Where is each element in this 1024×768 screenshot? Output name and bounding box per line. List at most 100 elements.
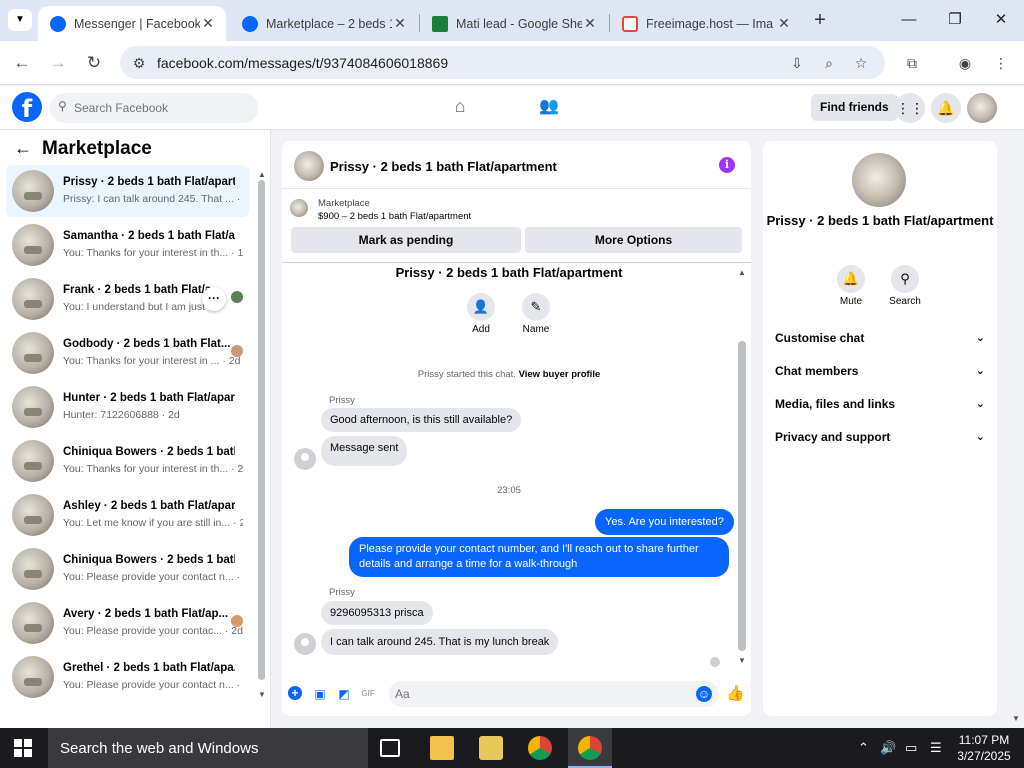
conversation-item[interactable]: Prissy · 2 beds 1 bath Flat/apart... Pri…	[6, 165, 249, 217]
chat-members-section[interactable]: Chat members ⌄	[775, 364, 985, 386]
chrome-menu-icon[interactable]: ⋮	[992, 54, 1010, 72]
tab-search-button[interactable]: ▼	[8, 9, 32, 31]
facebook-search-input[interactable]	[74, 98, 244, 118]
conversation-item[interactable]: Godbody · 2 beds 1 bath Flat... You: Tha…	[6, 327, 249, 379]
edit-name-icon[interactable]: ✎	[522, 293, 550, 321]
info-icon[interactable]: i	[719, 157, 735, 173]
new-tab-icon[interactable]: +	[808, 8, 832, 32]
chat-started-notice: Prissy started this chat. View buyer pro…	[417, 369, 601, 380]
facebook-search[interactable]: ⚲	[50, 93, 258, 123]
privacy-support-section[interactable]: Privacy and support ⌄	[775, 430, 985, 452]
chat-scrollbar[interactable]	[738, 341, 746, 651]
add-person-icon[interactable]: 👤	[467, 293, 495, 321]
extensions-icon[interactable]: ⧉	[903, 54, 921, 72]
scroll-down-icon[interactable]: ▼	[258, 690, 266, 699]
taskbar-clock[interactable]: 11:07 PM 3/27/2025	[956, 732, 1012, 764]
outgoing-message[interactable]: Yes. Are you interested?	[595, 509, 734, 535]
install-app-icon[interactable]: ⇩	[788, 54, 806, 72]
tray-chevron-up-icon[interactable]: ⌃	[858, 740, 869, 756]
more-options-button[interactable]: More Options	[525, 227, 742, 253]
mute-icon[interactable]: 🔔	[837, 265, 865, 293]
volume-icon[interactable]: 🔊	[880, 740, 896, 756]
conversation-item[interactable]: Avery · 2 beds 1 bath Flat/ap... You: Pl…	[6, 597, 249, 649]
minimize-icon[interactable]: —	[894, 8, 924, 32]
close-tab-icon[interactable]: ✕	[582, 15, 598, 32]
file-explorer-icon[interactable]	[430, 736, 454, 760]
taskbar-search[interactable]: Search the web and Windows	[48, 728, 368, 768]
outgoing-message[interactable]: Please provide your contact number, and …	[349, 537, 729, 577]
profile-icon[interactable]: ◉	[956, 54, 974, 72]
sticker-icon[interactable]: ◩	[336, 686, 352, 702]
page-scroll-down-icon[interactable]: ▼	[1012, 714, 1020, 723]
menu-grid-icon[interactable]: ⋮⋮	[895, 93, 925, 123]
view-buyer-profile-link[interactable]: View buyer profile	[519, 369, 601, 380]
network-icon[interactable]: ▭	[905, 740, 917, 756]
account-avatar[interactable]	[967, 93, 997, 123]
folder-icon[interactable]	[479, 736, 503, 760]
tab-marketplace[interactable]: Marketplace – 2 beds 1 ✕	[230, 6, 418, 41]
scroll-up-icon[interactable]: ▲	[738, 268, 746, 277]
find-friends-button[interactable]: Find friends	[811, 94, 898, 121]
scroll-down-icon[interactable]: ▼	[738, 656, 746, 665]
conversation-item[interactable]: Grethel · 2 beds 1 bath Flat/apa... You:…	[6, 651, 249, 703]
forward-icon[interactable]: →	[45, 51, 71, 75]
chat-header-title[interactable]: Prissy · 2 beds 1 bath Flat/apartment	[330, 159, 557, 174]
chevron-down-icon: ⌄	[975, 398, 985, 410]
like-icon[interactable]: 👍	[726, 686, 745, 702]
active-chrome-task[interactable]	[568, 728, 612, 768]
incoming-message[interactable]: 9296095313 prisca	[321, 601, 433, 625]
plus-icon[interactable]: +	[288, 686, 302, 700]
incoming-message[interactable]: Good afternoon, is this still available?	[321, 408, 522, 432]
more-options-icon[interactable]: ···	[202, 287, 226, 311]
freeimage-favicon-icon	[622, 15, 638, 32]
home-icon[interactable]: ⌂	[449, 96, 471, 118]
bookmark-star-icon[interactable]: ☆	[852, 54, 870, 72]
incoming-message[interactable]: Message sent	[321, 436, 408, 466]
message-input[interactable]	[389, 681, 719, 707]
back-arrow-icon[interactable]: ←	[14, 138, 32, 159]
restore-icon[interactable]: ❐	[940, 8, 970, 32]
facebook-logo-icon[interactable]: f	[12, 92, 42, 123]
media-files-links-section[interactable]: Media, files and links ⌄	[775, 397, 985, 419]
address-bar[interactable]: ⚙ facebook.com/messages/t/93740846060188…	[120, 46, 885, 79]
panel-title: Marketplace	[42, 138, 152, 159]
marketplace-label: Marketplace	[318, 198, 370, 209]
tab-messenger[interactable]: Messenger | Facebook ✕	[38, 6, 226, 41]
back-icon[interactable]: ←	[9, 51, 35, 75]
windows-start-icon[interactable]	[14, 739, 32, 757]
chrome-icon[interactable]	[528, 736, 552, 760]
conversation-item[interactable]: Ashley · 2 beds 1 bath Flat/apar... You:…	[6, 489, 249, 541]
close-tab-icon[interactable]: ✕	[776, 15, 792, 32]
tab-freeimage[interactable]: Freeimage.host — Ima ✕	[610, 6, 802, 41]
emoji-icon[interactable]: ☺	[696, 686, 712, 702]
close-tab-icon[interactable]: ✕	[200, 15, 216, 32]
action-center-icon[interactable]: ☰	[930, 740, 942, 756]
close-tab-icon[interactable]: ✕	[392, 15, 408, 32]
conversation-item[interactable]: Chiniqua Bowers · 2 beds 1 bath... You: …	[6, 543, 249, 595]
mark-as-pending-button[interactable]: Mark as pending	[291, 227, 521, 253]
conversation-item[interactable]: Samantha · 2 beds 1 bath Flat/a... You: …	[6, 219, 249, 271]
windows-taskbar: Search the web and Windows ⌃ 🔊 ▭ ☰ 11:07…	[0, 728, 1024, 768]
customise-chat-section[interactable]: Customise chat ⌄	[775, 331, 985, 353]
close-window-icon[interactable]: ✕	[986, 8, 1016, 32]
photo-icon[interactable]: ▣	[312, 686, 328, 702]
notifications-icon[interactable]: 🔔	[931, 93, 961, 123]
zoom-icon[interactable]: ⌕	[820, 54, 838, 72]
tab-google-sheets[interactable]: Mati lead - Google She ✕	[420, 6, 608, 41]
site-info-icon[interactable]: ⚙	[130, 54, 148, 72]
conversations-scrollbar[interactable]	[258, 180, 265, 680]
reload-icon[interactable]: ↻	[81, 51, 107, 75]
friends-icon[interactable]: 👥	[537, 96, 561, 118]
task-view-icon[interactable]	[380, 739, 400, 757]
contact-avatar[interactable]	[294, 151, 324, 181]
conversation-item[interactable]: Hunter · 2 beds 1 bath Flat/apar... Hunt…	[6, 381, 249, 433]
scroll-up-icon[interactable]: ▲	[258, 170, 266, 179]
conversation-item[interactable]: Frank · 2 beds 1 bath Flat/ap You: I und…	[6, 273, 249, 325]
incoming-message[interactable]: I can talk around 245. That is my lunch …	[321, 629, 559, 655]
search-icon[interactable]: ⚲	[891, 265, 919, 293]
url-text[interactable]: facebook.com/messages/t/9374084606018869	[157, 55, 448, 71]
conversation-item[interactable]: Chiniqua Bowers · 2 beds 1 bath... You: …	[6, 435, 249, 487]
contact-large-avatar[interactable]	[852, 153, 906, 207]
listing-summary[interactable]: $900 – 2 beds 1 bath Flat/apartment	[318, 211, 471, 222]
gif-icon[interactable]: GIF	[360, 686, 376, 702]
